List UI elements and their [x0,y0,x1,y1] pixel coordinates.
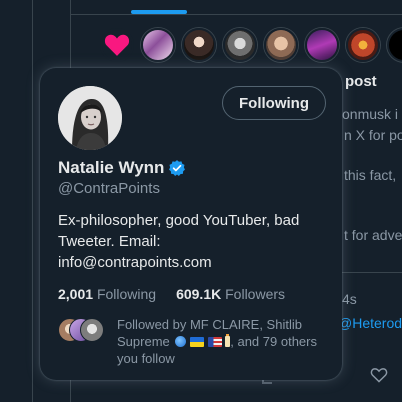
followers-label: Followers [225,286,286,302]
heart-icon[interactable] [100,28,134,62]
story-avatar-2[interactable] [182,28,216,62]
followed-by-avatars[interactable] [58,318,108,342]
post-divider [340,272,402,273]
story-avatar-6[interactable] [346,28,380,62]
verified-badge-icon [168,159,186,177]
story-avatar-5[interactable] [305,28,339,62]
name-row: Natalie Wynn [58,158,186,178]
story-avatar-3[interactable] [223,28,257,62]
background-text-line: n X for po [344,127,402,143]
profile-handle[interactable]: @ContraPoints [58,180,160,197]
profile-stats: 2,001 Following 609.1K Followers [58,286,285,302]
following-stat[interactable]: 2,001 Following [58,286,156,302]
background-text-line: t for adve [344,227,402,243]
follower-avatar [80,318,104,342]
ukraine-flag-emoji [190,337,204,347]
story-avatar-4[interactable] [264,28,298,62]
following-button[interactable]: Following [222,86,326,120]
bio-email: info@contrapoints.com [58,254,212,271]
background-text-line: this fact, [344,167,397,183]
followers-count: 609.1K [176,286,222,302]
tab-divider [70,14,402,15]
story-avatar-1[interactable] [141,28,175,62]
story-avatar-7[interactable] [387,28,402,62]
display-name[interactable]: Natalie Wynn [58,158,164,178]
globe-emoji [175,336,187,347]
profile-avatar[interactable] [58,86,122,150]
following-label: Following [96,286,157,302]
post-timestamp: 4s [342,291,357,307]
profile-hover-card: Following Natalie Wynn @ContraPoints Ex-… [40,68,342,380]
us-flag-emoji [207,337,222,347]
followed-by-text[interactable]: Followed by MF CLAIRE, Shitlib Supreme ,… [117,316,332,367]
bio-text: Ex-philosopher, good YouTuber, bad Tweet… [58,212,300,250]
active-tab-indicator [131,10,187,14]
like-icon[interactable] [370,367,388,388]
followers-stat[interactable]: 609.1K Followers [176,286,285,302]
left-sidebar [0,0,33,402]
post-mention-link[interactable]: @Heterod [338,315,402,331]
background-post-title: post [345,73,377,90]
background-mention: onmusk i [342,106,399,122]
following-count: 2,001 [58,286,94,302]
stories-row [100,28,402,62]
profile-bio: Ex-philosopher, good YouTuber, bad Tweet… [58,210,328,273]
